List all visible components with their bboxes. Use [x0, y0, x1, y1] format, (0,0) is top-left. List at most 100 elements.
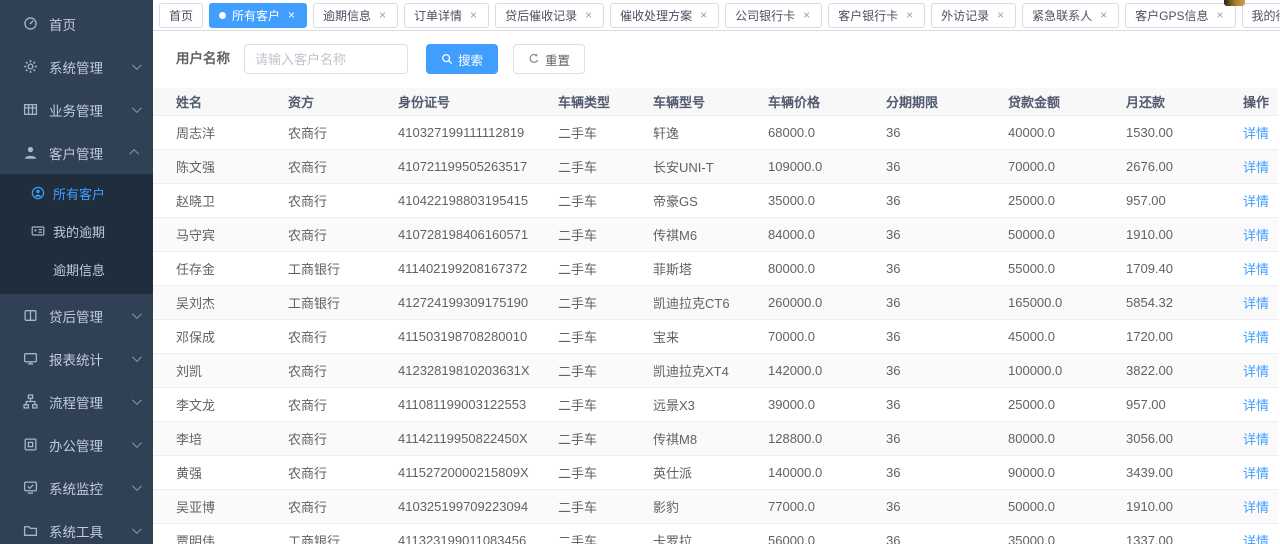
sidebar-item-all-customers[interactable]: 所有客户 [0, 174, 153, 212]
tab-label: 客户银行卡 [838, 7, 898, 24]
table-cell: 3822.00 [1126, 353, 1243, 387]
table-cell: 140000.0 [768, 455, 886, 489]
sidebar-item-label: 报表统计 [49, 349, 132, 369]
table-cell-actions: 详情 [1243, 217, 1278, 251]
detail-link[interactable]: 详情 [1243, 364, 1269, 379]
table-header-row: 姓名资方身份证号车辆类型车辆型号车辆价格分期期限贷款金额月还款操作 [153, 88, 1278, 115]
table-cell: 80000.0 [768, 251, 886, 285]
close-icon[interactable]: × [995, 9, 1006, 21]
table-cell: 36 [886, 115, 1008, 149]
tab-home[interactable]: 首页 [159, 3, 203, 28]
table-cell: 68000.0 [768, 115, 886, 149]
tab-collection-records[interactable]: 贷后催收记录× [495, 3, 604, 28]
sidebar-item-loan[interactable]: 贷后管理 [0, 294, 153, 337]
tab-all-customers[interactable]: 所有客户 × [209, 3, 307, 28]
table-cell: 帝豪GS [653, 183, 768, 217]
table-cell: 2676.00 [1126, 149, 1243, 183]
table-cell: 传祺M8 [653, 421, 768, 455]
close-icon[interactable]: × [1098, 9, 1109, 21]
detail-link[interactable]: 详情 [1243, 466, 1269, 481]
close-icon[interactable]: × [583, 9, 594, 21]
table-cell: 菲斯塔 [653, 251, 768, 285]
table-row: 邓保成农商行411503198708280010二手车宝来70000.03645… [153, 319, 1278, 353]
column-header: 分期期限 [886, 88, 1008, 115]
table-cell-actions: 详情 [1243, 387, 1278, 421]
sidebar-item-tools[interactable]: 系统工具 [0, 509, 153, 544]
sidebar-item-home[interactable]: 首页 [0, 2, 153, 45]
detail-link[interactable]: 详情 [1243, 534, 1269, 544]
close-icon[interactable]: × [904, 9, 915, 21]
detail-link[interactable]: 详情 [1243, 500, 1269, 515]
close-icon[interactable]: × [468, 9, 479, 21]
table-cell: 36 [886, 251, 1008, 285]
table-cell: 25000.0 [1008, 183, 1126, 217]
table-cell: 工商银行 [288, 285, 398, 319]
table-cell: 90000.0 [1008, 455, 1126, 489]
tab-company-bank-card[interactable]: 公司银行卡× [725, 3, 822, 28]
tab-customer-bank-card[interactable]: 客户银行卡 × [828, 3, 925, 28]
table-cell: 农商行 [288, 319, 398, 353]
table-cell: 黄强 [153, 455, 288, 489]
no-icon [30, 262, 45, 277]
detail-link[interactable]: 详情 [1243, 194, 1269, 209]
tab-my-todo[interactable]: 我的待办× [1242, 3, 1280, 28]
table-cell: 36 [886, 319, 1008, 353]
column-header: 身份证号 [398, 88, 558, 115]
close-icon[interactable]: × [1215, 9, 1226, 21]
table-cell: 411081199003122553 [398, 387, 558, 421]
detail-link[interactable]: 详情 [1243, 228, 1269, 243]
table-cell: 轩逸 [653, 115, 768, 149]
sidebar-item-report[interactable]: 报表统计 [0, 337, 153, 380]
table-cell: 55000.0 [1008, 251, 1126, 285]
main-area: 首页所有客户×逾期信息×订单详情×贷后催收记录×催收处理方案×公司银行卡×客户银… [153, 0, 1280, 544]
table-cell: 80000.0 [1008, 421, 1126, 455]
close-icon[interactable]: × [801, 9, 812, 21]
sidebar-item-overdue-info[interactable]: 逾期信息 [0, 250, 153, 288]
sidebar-item-my-overdue[interactable]: 我的逾期 [0, 212, 153, 250]
sidebar-item-process[interactable]: 流程管理 [0, 380, 153, 423]
sidebar-item-office[interactable]: 办公管理 [0, 423, 153, 466]
table-cell: 二手车 [558, 115, 653, 149]
reset-button[interactable]: 重置 [513, 44, 585, 74]
close-icon[interactable]: × [377, 9, 388, 21]
table-cell: 36 [886, 523, 1008, 544]
sidebar-subitem-label: 所有客户 [53, 184, 105, 203]
column-header: 月还款 [1126, 88, 1243, 115]
search-button[interactable]: 搜索 [426, 44, 498, 74]
tab-overdue-info[interactable]: 逾期信息× [313, 3, 398, 28]
tab-emergency-contacts[interactable]: 紧急联系人× [1022, 3, 1119, 28]
close-icon[interactable]: × [286, 9, 297, 21]
table-cell: 5854.32 [1126, 285, 1243, 319]
detail-link[interactable]: 详情 [1243, 432, 1269, 447]
tab-order-detail[interactable]: 订单详情× [404, 3, 489, 28]
table-cell: 农商行 [288, 149, 398, 183]
table-cell: 410728198406160571 [398, 217, 558, 251]
detail-link[interactable]: 详情 [1243, 398, 1269, 413]
table-cell: 410721199505263517 [398, 149, 558, 183]
table-cell: 1530.00 [1126, 115, 1243, 149]
flow-icon [22, 394, 38, 410]
tab-label: 所有客户 [232, 7, 280, 24]
user-icon [22, 145, 38, 161]
table-cell: 1910.00 [1126, 217, 1243, 251]
tab-collection-plan[interactable]: 催收处理方案× [610, 3, 719, 28]
sidebar-item-customer[interactable]: 客户管理 [0, 131, 153, 174]
detail-link[interactable]: 详情 [1243, 330, 1269, 345]
detail-link[interactable]: 详情 [1243, 160, 1269, 175]
sidebar-item-monitor[interactable]: 系统监控 [0, 466, 153, 509]
search-input[interactable] [244, 44, 408, 74]
table-cell: 35000.0 [768, 183, 886, 217]
detail-link[interactable]: 详情 [1243, 262, 1269, 277]
table-cell: 农商行 [288, 353, 398, 387]
table-cell: 农商行 [288, 115, 398, 149]
sidebar-submenu-customer: 所有客户我的逾期逾期信息 [0, 174, 153, 294]
table-cell: 二手车 [558, 285, 653, 319]
detail-link[interactable]: 详情 [1243, 126, 1269, 141]
tab-visit-records[interactable]: 外访记录× [931, 3, 1016, 28]
chevron-down-icon [132, 524, 142, 534]
sidebar-item-business[interactable]: 业务管理 [0, 88, 153, 131]
close-icon[interactable]: × [698, 9, 709, 21]
detail-link[interactable]: 详情 [1243, 296, 1269, 311]
tab-customer-gps[interactable]: 客户GPS信息× [1125, 3, 1235, 28]
sidebar-item-system[interactable]: 系统管理 [0, 45, 153, 88]
